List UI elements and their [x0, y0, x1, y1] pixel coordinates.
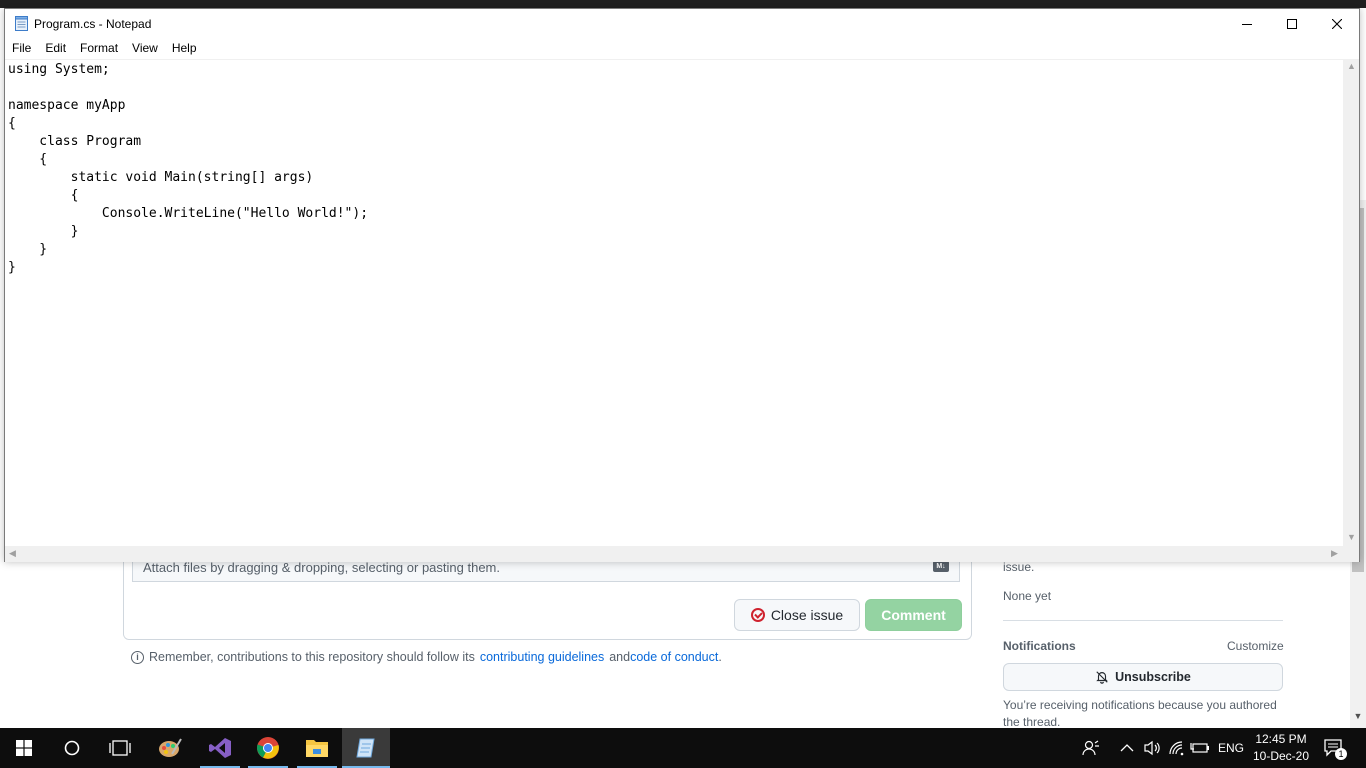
close-icon	[1332, 19, 1342, 29]
clock-time: 12:45 PM	[1255, 732, 1307, 746]
markdown-icon: M↓	[933, 561, 949, 572]
comment-button[interactable]: Comment	[865, 599, 962, 631]
attach-files-text: Attach files by dragging & dropping, sel…	[143, 560, 500, 575]
horizontal-scrollbar[interactable]: ◀ ▶	[5, 546, 1343, 562]
notepad-icon	[356, 738, 375, 758]
taskbar: ENG 12:45 PM 10-Dec-20 1	[0, 728, 1366, 768]
menu-view[interactable]: View	[125, 39, 165, 59]
note-suffix: .	[718, 650, 722, 664]
minimize-button[interactable]	[1224, 9, 1270, 39]
action-center-button[interactable]: 1	[1324, 728, 1347, 768]
unsubscribe-button[interactable]: Unsubscribe	[1003, 663, 1283, 691]
browser-top-strip	[0, 0, 1366, 8]
sidebar-issue-text: issue.	[1003, 560, 1035, 574]
text-editor-area[interactable]: using System; namespace myApp { class Pr…	[5, 59, 1343, 547]
maximize-icon	[1287, 19, 1297, 29]
menu-bar: File Edit Format View Help	[5, 39, 1359, 59]
task-view-icon	[109, 740, 131, 756]
note-prefix: Remember, contributions to this reposito…	[149, 650, 475, 664]
paint-palette-icon	[159, 738, 182, 757]
language-label: ENG	[1218, 741, 1245, 755]
customize-link[interactable]: Customize	[1227, 639, 1284, 653]
code-of-conduct-link[interactable]: code of conduct	[630, 650, 718, 664]
task-view-button[interactable]	[96, 728, 144, 768]
editor-content[interactable]: using System; namespace myApp { class Pr…	[5, 60, 1343, 277]
comment-label: Comment	[881, 607, 946, 623]
scroll-up-arrow-icon[interactable]: ▲	[1347, 61, 1356, 71]
notifications-heading: Notifications	[1003, 639, 1076, 653]
battery-button[interactable]	[1190, 728, 1210, 768]
unsubscribe-label: Unsubscribe	[1115, 670, 1191, 684]
people-icon	[1082, 740, 1099, 756]
chrome-icon	[257, 737, 279, 759]
contributing-guidelines-link[interactable]: contributing guidelines	[480, 650, 604, 664]
notepad-app-icon	[15, 16, 28, 31]
search-button[interactable]	[48, 728, 96, 768]
scroll-right-arrow-icon[interactable]: ▶	[1331, 548, 1338, 559]
scroll-left-arrow-icon[interactable]: ◀	[9, 548, 16, 559]
search-circle-icon	[64, 740, 80, 756]
volume-icon	[1144, 740, 1160, 756]
issue-closed-icon	[750, 608, 765, 622]
close-issue-button[interactable]: Close issue	[734, 599, 860, 631]
start-button[interactable]	[0, 728, 48, 768]
close-issue-label: Close issue	[770, 607, 844, 623]
receiving-notifications-text: You’re receiving notifications because y…	[1003, 698, 1277, 729]
notification-count: 1	[1335, 748, 1347, 760]
minimize-icon	[1242, 24, 1252, 25]
wifi-icon	[1169, 741, 1184, 756]
battery-icon	[1190, 743, 1209, 753]
network-button[interactable]	[1168, 728, 1186, 768]
bell-slash-icon	[1096, 671, 1108, 684]
clock[interactable]: 12:45 PM 10-Dec-20	[1250, 731, 1312, 765]
contribution-note: i Remember, contributions to this reposi…	[131, 650, 722, 664]
notepad-window: Program.cs - Notepad File Edit Format Vi…	[4, 8, 1360, 562]
taskbar-chrome[interactable]	[244, 728, 292, 768]
note-and: and	[609, 650, 631, 664]
language-indicator[interactable]: ENG	[1218, 728, 1244, 768]
taskbar-visual-studio[interactable]	[196, 728, 244, 768]
chevron-up-icon	[1120, 744, 1134, 752]
clock-date: 10-Dec-20	[1252, 749, 1310, 763]
scrollbar-corner	[1343, 546, 1359, 562]
sidebar-divider	[1003, 620, 1283, 621]
sidebar-none-yet: None yet	[1003, 589, 1052, 603]
visual-studio-icon	[209, 738, 231, 758]
windows-logo-icon	[16, 740, 32, 756]
volume-button[interactable]	[1144, 728, 1162, 768]
info-icon: i	[131, 650, 144, 664]
people-button[interactable]	[1082, 728, 1100, 768]
window-title: Program.cs - Notepad	[34, 17, 152, 31]
taskbar-notepad[interactable]	[342, 728, 390, 768]
menu-format[interactable]: Format	[73, 39, 125, 59]
title-bar[interactable]: Program.cs - Notepad	[5, 9, 1359, 39]
show-hidden-icons-button[interactable]	[1120, 728, 1134, 768]
folder-icon	[306, 740, 328, 757]
taskbar-paint-app[interactable]	[146, 728, 194, 768]
taskbar-file-explorer[interactable]	[293, 728, 341, 768]
browser-scroll-down-arrow[interactable]: ▼	[1350, 711, 1366, 725]
vertical-scrollbar[interactable]: ▲ ▼	[1343, 59, 1359, 546]
close-button[interactable]	[1314, 9, 1360, 39]
menu-help[interactable]: Help	[165, 39, 204, 59]
scroll-down-arrow-icon[interactable]: ▼	[1347, 532, 1356, 542]
menu-edit[interactable]: Edit	[38, 39, 73, 59]
maximize-button[interactable]	[1269, 9, 1315, 39]
menu-file[interactable]: File	[5, 39, 38, 59]
